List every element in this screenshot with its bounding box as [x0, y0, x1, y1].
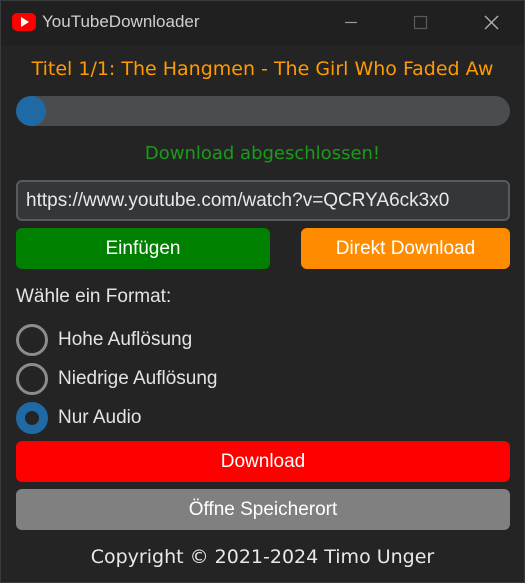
status-text: Download abgeschlossen!	[144, 143, 381, 164]
radio-label: Nur Audio	[58, 407, 142, 428]
progress-fill	[16, 96, 46, 126]
minimize-icon	[345, 21, 357, 24]
radio-button[interactable]	[16, 324, 48, 356]
radio-button[interactable]	[16, 402, 48, 434]
open-location-button[interactable]: Öffne Speicherort	[16, 489, 510, 530]
title-bar[interactable]: YouTubeDownloader	[1, 1, 524, 45]
format-option-high-resolution[interactable]: Hohe Auflösung	[16, 323, 316, 357]
paste-button[interactable]: Einfügen	[16, 228, 270, 269]
close-button[interactable]	[468, 1, 514, 45]
copyright-text: Copyright © 2021-2024 Timo Unger	[90, 546, 435, 568]
song-title: Titel 1/1: The Hangmen - The Girl Who Fa…	[31, 58, 494, 80]
youtube-logo-icon	[12, 13, 36, 31]
format-option-audio-only[interactable]: Nur Audio	[16, 401, 316, 435]
url-input[interactable]	[16, 180, 510, 221]
download-button[interactable]: Download	[16, 441, 510, 482]
radio-button[interactable]	[16, 363, 48, 395]
direct-download-button[interactable]: Direkt Download	[301, 228, 510, 269]
close-icon	[484, 15, 499, 30]
format-option-low-resolution[interactable]: Niedrige Auflösung	[16, 362, 316, 396]
minimize-button[interactable]	[328, 1, 374, 45]
window-title: YouTubeDownloader	[42, 12, 200, 31]
maximize-icon	[413, 15, 428, 30]
app-window: YouTubeDownloader Titel 1/1: The Hangmen…	[0, 0, 525, 583]
format-label: Wähle ein Format:	[16, 286, 172, 307]
radio-label: Niedrige Auflösung	[58, 368, 218, 389]
radio-label: Hohe Auflösung	[58, 329, 193, 350]
maximize-button[interactable]	[397, 1, 443, 45]
download-progress-bar	[16, 96, 510, 126]
